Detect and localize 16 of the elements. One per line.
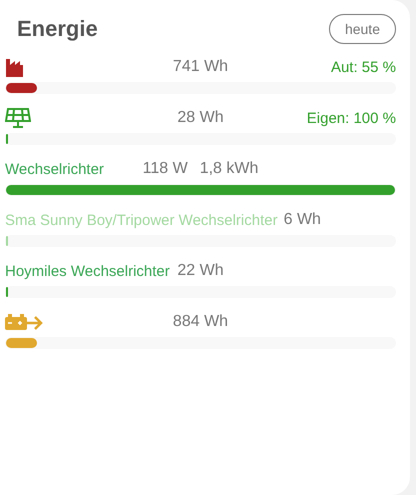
ratio-label: Eigen: 100 % — [306, 110, 396, 126]
energy-value: 6 Wh — [284, 211, 321, 229]
card-title: Energie — [17, 16, 98, 42]
energy-value: 28 Wh — [177, 109, 224, 127]
battery-arrow-icon — [5, 314, 43, 330]
energy-value: 1,8 kWh — [200, 160, 258, 178]
energy-value: 22 Wh — [177, 262, 224, 280]
period-button[interactable]: heute — [328, 14, 396, 44]
inverter-name: Wechselrichter — [5, 160, 104, 178]
energy-value: 884 Wh — [172, 313, 228, 331]
solar-panel-icon — [5, 107, 31, 129]
energy-value: 741 Wh — [172, 58, 228, 76]
inverter-name: Sma Sunny Boy/Tripower Wechselrichter — [5, 212, 278, 228]
inverter-name: Hoymiles Wechselrichter — [5, 262, 170, 280]
ratio-label: Aut: 55 % — [330, 58, 396, 76]
energy-value: 118 W — [142, 160, 188, 178]
